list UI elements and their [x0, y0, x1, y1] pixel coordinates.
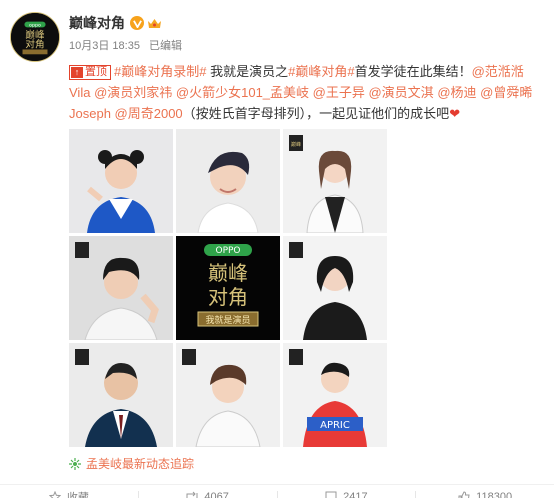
- photo-show-logo[interactable]: OPPO 巅峰 对角 我就是演员: [176, 236, 280, 340]
- photo-yang-di[interactable]: [69, 343, 173, 447]
- svg-text:巅峰: 巅峰: [291, 141, 301, 148]
- post-link[interactable]: #巅峰对角录制#: [114, 64, 206, 79]
- photo-meng-meiqi[interactable]: 巅峰: [283, 129, 387, 233]
- post-link[interactable]: @杨迪: [437, 85, 476, 100]
- logo-banner: 我就是演员: [205, 314, 250, 326]
- pin-icon: ↑: [71, 67, 83, 78]
- follow-text: 孟美岐最新动态追踪: [86, 457, 195, 471]
- repost-icon: [186, 491, 198, 498]
- follow-icon: [69, 457, 81, 470]
- repost-count: 4067: [204, 490, 229, 498]
- comment-count: 2417: [343, 490, 368, 498]
- verified-v-icon: [130, 16, 144, 30]
- photo-wang-ziyi[interactable]: [69, 236, 173, 340]
- vip-crown-icon[interactable]: [147, 17, 162, 30]
- account-avatar[interactable]: oppo 巅峰 对角: [10, 12, 60, 62]
- post-text: ↑ 置顶 #巅峰对角录制# 我就是演员之#巅峰对角#首发学徒在此集结！@范湉湉Vil…: [69, 61, 545, 124]
- post-link[interactable]: #巅峰对角#: [288, 64, 354, 79]
- post-link[interactable]: @演员刘家祎: [94, 85, 172, 100]
- post-link[interactable]: @周奇2000: [115, 106, 183, 121]
- logo-line2: 对角: [208, 285, 248, 309]
- pin-label: 置顶: [85, 66, 107, 78]
- account-name[interactable]: 巅峰对角: [69, 13, 125, 33]
- svg-text:对角: 对角: [25, 39, 44, 51]
- favorite-label: 收藏: [66, 491, 89, 498]
- post-actions: 收藏 4067 2417 118300: [0, 484, 554, 498]
- follow-tracking-link[interactable]: 孟美岐最新动态追踪: [69, 455, 194, 472]
- post-date[interactable]: 10月3日 18:35: [69, 40, 140, 52]
- post-link[interactable]: @火箭少女101_孟美岐: [176, 85, 309, 100]
- edited-label[interactable]: 已编辑: [149, 40, 182, 52]
- oppo-logo-text: OPPO: [215, 246, 240, 256]
- svg-text:APRIC: APRIC: [320, 420, 350, 431]
- post-link[interactable]: @演员文淇: [368, 85, 433, 100]
- post-meta: 10月3日 18:35 已编辑: [69, 37, 544, 53]
- photo-grid: 巅峰 OPPO 巅峰 对角 我就是演员 APRIC: [69, 129, 387, 447]
- photo-fan-tiantian[interactable]: [69, 129, 173, 233]
- like-count: 118300: [476, 490, 513, 498]
- post-body: #巅峰对角录制# 我就是演员之#巅峰对角#首发学徒在此集结！@范湉湉Vila @…: [69, 64, 532, 121]
- svg-text:oppo: oppo: [29, 23, 41, 28]
- like-button[interactable]: 118300: [416, 485, 554, 498]
- photo-zhou-qi[interactable]: APRIC: [283, 343, 387, 447]
- post-link[interactable]: @王子异: [313, 85, 365, 100]
- pin-badge: ↑ 置顶: [69, 65, 111, 80]
- heart-emoji: ❤: [449, 106, 461, 121]
- repost-button[interactable]: 4067: [139, 485, 277, 498]
- comment-button[interactable]: 2417: [278, 485, 416, 498]
- photo-zeng-shunxi[interactable]: [176, 343, 280, 447]
- photo-liu-jiayi[interactable]: [176, 129, 280, 233]
- favorite-button[interactable]: 收藏: [0, 485, 138, 498]
- comment-icon: [325, 491, 337, 498]
- brand-logo-icon: oppo 巅峰 对角: [11, 13, 59, 61]
- photo-wen-qi[interactable]: [283, 236, 387, 340]
- star-icon: [48, 490, 61, 498]
- like-icon: [458, 490, 470, 498]
- logo-line1: 巅峰: [208, 261, 248, 285]
- post-text-segment: 首发学徒在此集结！: [354, 64, 472, 79]
- post-text-segment: （按姓氏首字母排列），一起见证他们的成长吧: [182, 106, 450, 121]
- post-header: 巅峰对角 10月3日 18:35 已编辑: [69, 12, 544, 53]
- post-text-segment: 我就是演员之: [206, 64, 289, 79]
